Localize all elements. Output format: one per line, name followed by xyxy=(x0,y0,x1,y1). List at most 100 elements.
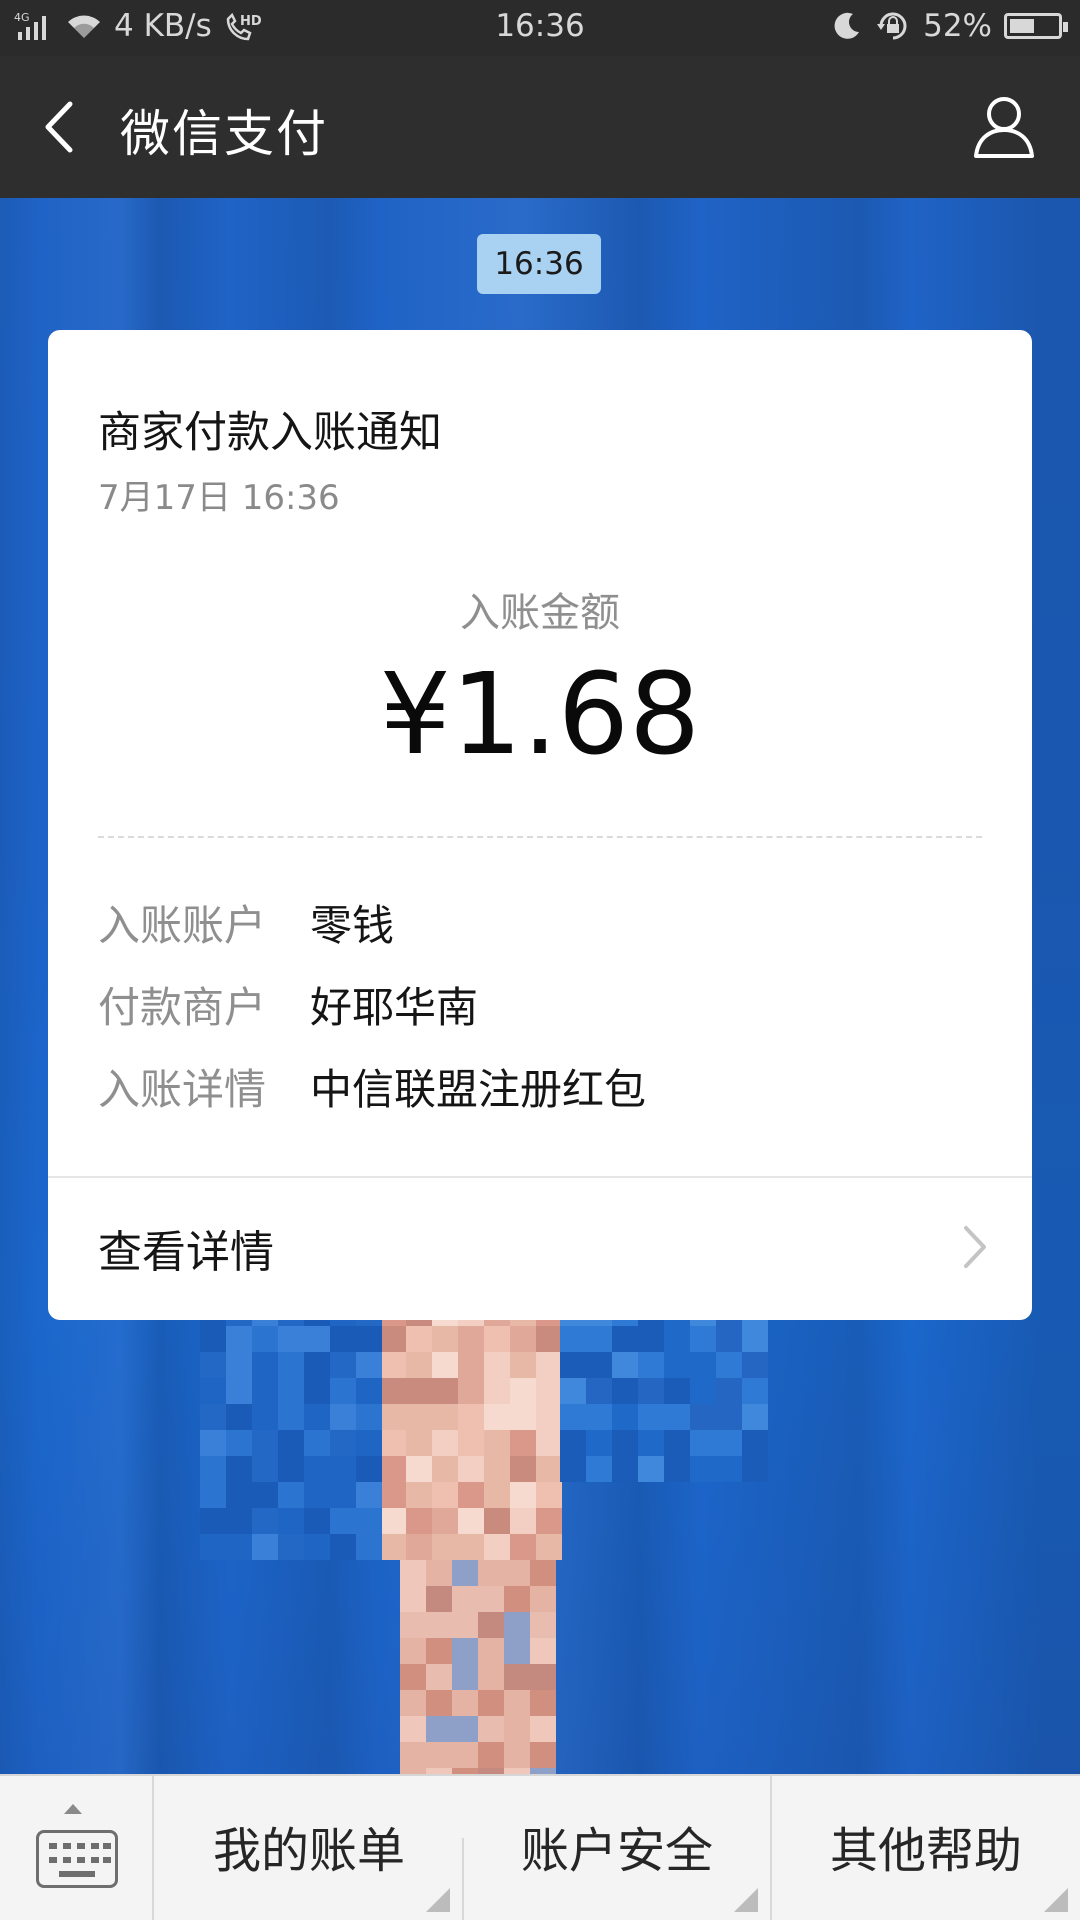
mosaic-pixel xyxy=(586,1378,612,1404)
mosaic-pixel xyxy=(452,1560,478,1586)
mosaic-pixel xyxy=(252,1352,278,1378)
mosaic-pixel xyxy=(530,1716,556,1742)
info-row: 入账账户 零钱 xyxy=(98,892,394,953)
mosaic-pixel xyxy=(252,1404,278,1430)
mosaic-pixel xyxy=(380,1404,406,1430)
mosaic-pixel xyxy=(278,1456,304,1482)
mosaic-pixel xyxy=(530,1742,556,1768)
mosaic-pixel xyxy=(278,1404,304,1430)
mosaic-pixel xyxy=(742,1404,768,1430)
mosaic-pixel xyxy=(716,1456,742,1482)
mosaic-pixel xyxy=(458,1404,484,1430)
mosaic-pixel xyxy=(458,1378,484,1404)
mosaic-pixel xyxy=(252,1378,278,1404)
mosaic-pixel xyxy=(742,1430,768,1456)
mosaic-pixel xyxy=(638,1430,664,1456)
mosaic-pixel xyxy=(406,1378,432,1404)
message-timestamp: 16:36 xyxy=(477,234,601,294)
mosaic-pixel xyxy=(330,1404,356,1430)
profile-button[interactable] xyxy=(972,92,1036,160)
mosaic-pixel xyxy=(536,1404,562,1430)
mosaic-pixel xyxy=(426,1664,452,1690)
mosaic-pixel xyxy=(432,1404,458,1430)
payment-notification-card[interactable]: 商家付款入账通知 7月17日 16:36 入账金额 ¥1.68 入账账户 零钱 … xyxy=(48,330,1032,1320)
mosaic-pixel xyxy=(560,1326,586,1352)
mosaic-pixel xyxy=(200,1456,226,1482)
mosaic-pixel xyxy=(380,1508,406,1534)
menu-other-help[interactable]: 其他帮助 xyxy=(772,1776,1080,1920)
mosaic-pixel xyxy=(716,1326,742,1352)
mosaic-pixel xyxy=(478,1690,504,1716)
mosaic-pixel xyxy=(530,1664,556,1690)
mosaic-pixel xyxy=(478,1612,504,1638)
mosaic-pixel xyxy=(530,1612,556,1638)
mosaic-pixel xyxy=(530,1690,556,1716)
mosaic-pixel xyxy=(690,1456,716,1482)
mosaic-pixel xyxy=(586,1430,612,1456)
submenu-indicator-icon xyxy=(426,1888,450,1912)
mosaic-pixel xyxy=(458,1534,484,1560)
menu-label: 我的账单 xyxy=(212,1823,405,1879)
mosaic-pixel xyxy=(380,1482,406,1508)
mosaic-pixel xyxy=(536,1352,562,1378)
mosaic-pixel xyxy=(406,1352,432,1378)
mosaic-pixel xyxy=(536,1378,562,1404)
mosaic-pixel xyxy=(478,1742,504,1768)
mosaic-pixel xyxy=(406,1326,432,1352)
mosaic-pixel xyxy=(400,1560,426,1586)
mosaic-pixel xyxy=(504,1664,530,1690)
mosaic-pixel xyxy=(356,1326,382,1352)
mosaic-pixel xyxy=(356,1352,382,1378)
dashed-divider xyxy=(98,836,982,838)
mosaic-pixel xyxy=(304,1378,330,1404)
mosaic-pixel xyxy=(484,1482,510,1508)
keyboard-toggle-button[interactable] xyxy=(0,1776,154,1920)
mosaic-pixel xyxy=(432,1352,458,1378)
mosaic-pixel xyxy=(330,1378,356,1404)
mosaic-pixel xyxy=(484,1508,510,1534)
mosaic-pixel xyxy=(510,1430,536,1456)
mosaic-pixel xyxy=(226,1404,252,1430)
rotation-lock-icon xyxy=(875,8,911,44)
mosaic-pixel xyxy=(560,1352,586,1378)
mosaic-pixel xyxy=(356,1404,382,1430)
menu-my-bills[interactable]: 我的账单 xyxy=(156,1776,462,1920)
mosaic-pixel xyxy=(278,1482,304,1508)
mosaic-pixel xyxy=(252,1482,278,1508)
mosaic-pixel xyxy=(278,1508,304,1534)
menu-account-security[interactable]: 账户安全 xyxy=(464,1776,770,1920)
mosaic-pixel xyxy=(560,1456,586,1482)
mosaic-pixel xyxy=(504,1560,530,1586)
submenu-indicator-icon xyxy=(734,1888,758,1912)
view-details-link[interactable]: 查看详情 xyxy=(48,1178,1032,1320)
mosaic-pixel xyxy=(612,1430,638,1456)
mosaic-pixel xyxy=(510,1352,536,1378)
mosaic-pixel xyxy=(400,1586,426,1612)
mosaic-pixel xyxy=(356,1508,382,1534)
mosaic-pixel xyxy=(304,1482,330,1508)
mosaic-pixel xyxy=(226,1508,252,1534)
info-value: 零钱 xyxy=(310,901,395,950)
mosaic-pixel xyxy=(426,1690,452,1716)
mosaic-pixel xyxy=(484,1534,510,1560)
mosaic-pixel xyxy=(432,1482,458,1508)
mosaic-pixel xyxy=(504,1716,530,1742)
mosaic-pixel xyxy=(330,1456,356,1482)
mosaic-pixel xyxy=(504,1586,530,1612)
amount-label: 入账金额 xyxy=(460,590,620,636)
mosaic-pixel xyxy=(200,1378,226,1404)
mosaic-pixel xyxy=(400,1716,426,1742)
mosaic-pixel xyxy=(252,1326,278,1352)
mosaic-pixel xyxy=(380,1378,406,1404)
mosaic-pixel xyxy=(560,1430,586,1456)
back-button[interactable] xyxy=(34,92,94,162)
mosaic-pixel xyxy=(432,1508,458,1534)
mosaic-pixel xyxy=(478,1560,504,1586)
mosaic-pixel xyxy=(304,1534,330,1560)
mosaic-pixel xyxy=(458,1352,484,1378)
mosaic-pixel xyxy=(742,1326,768,1352)
mosaic-pixel xyxy=(478,1586,504,1612)
mosaic-pixel xyxy=(510,1326,536,1352)
mosaic-pixel xyxy=(432,1430,458,1456)
view-details-label: 查看详情 xyxy=(98,1227,274,1278)
